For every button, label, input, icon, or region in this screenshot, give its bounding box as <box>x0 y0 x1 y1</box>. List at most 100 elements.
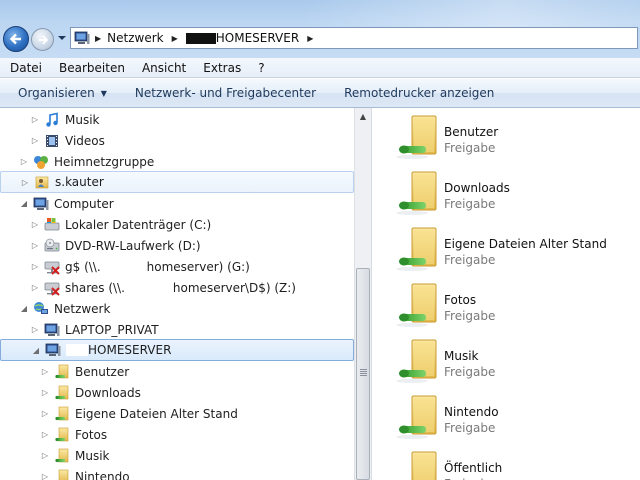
shared-folder-icon <box>394 170 442 216</box>
share-name: Öffentlich <box>444 461 503 475</box>
tree-scrollbar[interactable]: ▲ <box>354 108 371 480</box>
collapse-arrow-icon[interactable]: ◢ <box>19 304 29 313</box>
share-tile[interactable]: Nintendo Freigabe <box>372 388 640 444</box>
expand-arrow-icon[interactable]: ▷ <box>30 262 40 271</box>
share-tile[interactable]: Downloads Freigabe <box>372 164 640 220</box>
share-tile[interactable]: Musik Freigabe <box>372 332 640 388</box>
network-drive-disconnected-icon <box>43 259 61 275</box>
back-arrow-icon <box>9 33 21 45</box>
tree-item-homeserver[interactable]: ◢ HOMESERVER <box>0 339 354 361</box>
breadcrumb-homeserver[interactable]: HOMESERVER <box>184 31 299 45</box>
scroll-up-icon[interactable]: ▲ <box>355 108 371 124</box>
expand-arrow-icon[interactable]: ▷ <box>30 115 40 124</box>
menu-ansicht[interactable]: Ansicht <box>132 61 193 75</box>
redacted-block <box>66 344 88 356</box>
chevron-down-icon: ▼ <box>100 88 107 98</box>
menu-extras[interactable]: Extras <box>193 61 248 75</box>
redacted-block <box>124 281 173 294</box>
grip-icon <box>360 369 367 376</box>
shared-folder-icon <box>394 338 442 384</box>
command-bar: Organisieren ▼ Netzwerk- und Freigabecen… <box>0 79 640 108</box>
expand-arrow-icon[interactable]: ▷ <box>40 409 50 418</box>
expand-arrow-icon[interactable]: ▷ <box>19 157 29 166</box>
tree-item-s-kauter[interactable]: ▷ s.kauter <box>0 171 354 193</box>
share-tile[interactable]: Eigene Dateien Alter Stand Freigabe <box>372 220 640 276</box>
expand-arrow-icon[interactable]: ▷ <box>30 325 40 334</box>
tree-item-heimnetzgruppe[interactable]: ▷ Heimnetzgruppe <box>0 151 354 172</box>
tree-item-videos[interactable]: ▷ Videos <box>0 130 354 151</box>
chevron-right-icon[interactable]: ▶ <box>172 34 178 43</box>
navigation-tree: ▷ Musik ▷ Videos ▷ Heimnetzgruppe ▷ s.ka… <box>0 108 354 480</box>
expand-arrow-icon[interactable]: ▷ <box>40 367 50 376</box>
expand-arrow-icon[interactable]: ▷ <box>30 220 40 229</box>
tree-item-netzwerk[interactable]: ◢ Netzwerk <box>0 298 354 319</box>
expand-arrow-icon[interactable]: ▷ <box>30 241 40 250</box>
tree-item-musik[interactable]: ▷ Musik <box>0 109 354 130</box>
remote-printers-button[interactable]: Remotedrucker anzeigen <box>326 86 504 100</box>
collapse-arrow-icon[interactable]: ◢ <box>31 346 41 355</box>
computer-icon <box>44 342 62 358</box>
share-name: Nintendo <box>444 405 499 419</box>
shared-folder-icon <box>53 406 71 422</box>
music-icon <box>43 112 61 128</box>
share-tile[interactable]: Benutzer Freigabe <box>372 108 640 164</box>
back-button[interactable] <box>3 26 29 52</box>
expand-arrow-icon[interactable]: ▷ <box>30 136 40 145</box>
network-drive-disconnected-icon <box>43 280 61 296</box>
network-icon <box>32 301 50 317</box>
tree-item-network-drive-g[interactable]: ▷ g$ (\\. homeserver) (G:) <box>0 256 354 277</box>
menu-bar: Datei Bearbeiten Ansicht Extras ? <box>0 58 640 78</box>
expand-arrow-icon[interactable]: ▷ <box>40 430 50 439</box>
tree-item-musik-share[interactable]: ▷ Musik <box>0 445 354 466</box>
computer-icon <box>32 196 50 212</box>
collapse-arrow-icon[interactable]: ◢ <box>19 199 29 208</box>
share-tile[interactable]: Fotos Freigabe <box>372 276 640 332</box>
expand-arrow-icon[interactable]: ▷ <box>40 388 50 397</box>
tree-item-fotos[interactable]: ▷ Fotos <box>0 424 354 445</box>
shared-folder-icon <box>53 469 71 480</box>
shared-folder-icon <box>53 448 71 464</box>
shared-folder-icon <box>53 364 71 380</box>
shared-folder-icon <box>53 427 71 443</box>
tree-item-computer[interactable]: ◢ Computer <box>0 193 354 214</box>
dvd-drive-icon <box>43 238 61 254</box>
tree-item-dvd-drive-d[interactable]: ▷ DVD-RW-Laufwerk (D:) <box>0 235 354 256</box>
recent-pages-dropdown-icon[interactable] <box>57 33 67 43</box>
chevron-right-icon[interactable]: ▶ <box>95 34 101 43</box>
share-tile[interactable]: ÖffentlichFreigabe <box>372 444 640 480</box>
share-type: Freigabe <box>444 309 496 323</box>
share-name: Fotos <box>444 293 477 307</box>
tree-item-eigene-dateien[interactable]: ▷ Eigene Dateien Alter Stand <box>0 403 354 424</box>
tree-item-network-drive-z[interactable]: ▷ shares (\\. homeserver\D$) (Z:) <box>0 277 354 298</box>
tree-item-benutzer[interactable]: ▷ Benutzer <box>0 361 354 382</box>
menu-datei[interactable]: Datei <box>0 61 49 75</box>
expand-arrow-icon[interactable]: ▷ <box>20 178 30 187</box>
tree-item-nintendo[interactable]: ▷ Nintendo <box>0 466 354 480</box>
network-center-button[interactable]: Netzwerk- und Freigabecenter <box>117 86 326 100</box>
breadcrumb-netzwerk[interactable]: Netzwerk <box>107 31 163 45</box>
menu-help[interactable]: ? <box>248 61 271 75</box>
chevron-right-icon[interactable]: ▶ <box>307 34 313 43</box>
expand-arrow-icon[interactable]: ▷ <box>30 283 40 292</box>
scrollbar-thumb[interactable] <box>356 268 370 480</box>
share-type: Freigabe <box>444 421 496 435</box>
share-type: Freigabe <box>444 365 496 379</box>
organize-button[interactable]: Organisieren ▼ <box>0 86 117 100</box>
title-bar: ▶ Netzwerk ▶ HOMESERVER ▶ <box>0 0 640 58</box>
address-bar[interactable]: ▶ Netzwerk ▶ HOMESERVER ▶ <box>70 27 638 49</box>
expand-arrow-icon[interactable]: ▷ <box>40 472 50 480</box>
user-folder-icon <box>33 174 51 190</box>
share-name: Downloads <box>444 181 510 195</box>
tree-item-downloads[interactable]: ▷ Downloads <box>0 382 354 403</box>
redacted-block <box>100 260 147 273</box>
tree-item-laptop-privat[interactable]: ▷ LAPTOP_PRIVAT <box>0 319 354 340</box>
share-name: Musik <box>444 349 479 363</box>
shared-folder-icon <box>53 385 71 401</box>
share-name: Benutzer <box>444 125 499 139</box>
forward-arrow-icon <box>38 34 48 45</box>
shared-folder-icon <box>394 450 442 480</box>
tree-item-local-disk-c[interactable]: ▷ Lokaler Datenträger (C:) <box>0 214 354 235</box>
menu-bearbeiten[interactable]: Bearbeiten <box>49 61 132 75</box>
expand-arrow-icon[interactable]: ▷ <box>40 451 50 460</box>
forward-button[interactable] <box>31 28 54 51</box>
